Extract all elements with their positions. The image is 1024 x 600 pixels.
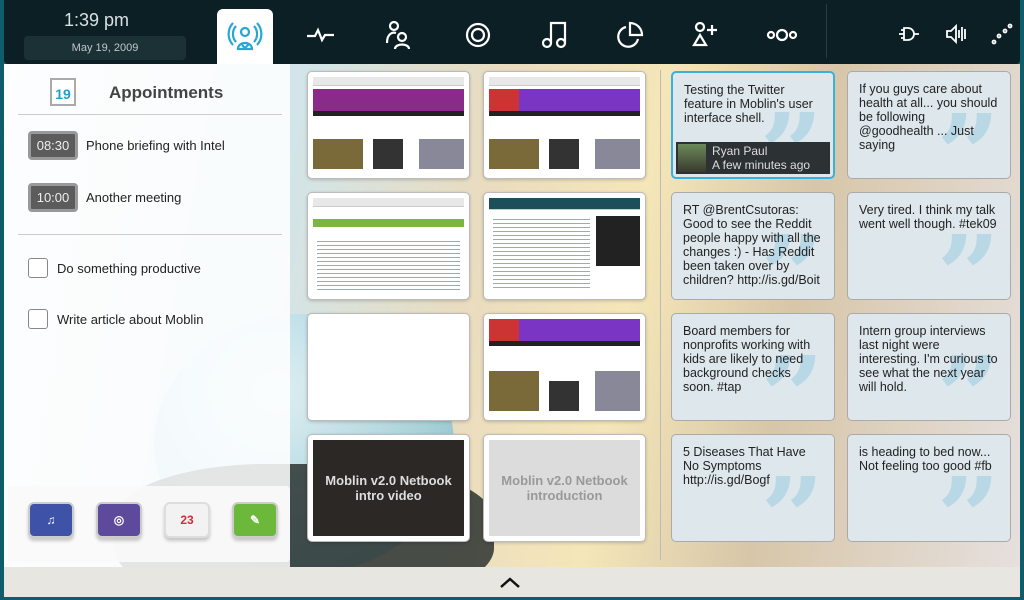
video-title: Moblin v2.0 Netbook introduction xyxy=(489,440,640,536)
task-checkbox[interactable] xyxy=(28,258,48,278)
volume-icon xyxy=(946,23,966,45)
divider xyxy=(18,114,282,115)
tweet-text: Intern group interviews last night were … xyxy=(859,324,998,394)
tweet-card[interactable]: ” Board members for nonprofits working wi… xyxy=(671,313,835,421)
column-divider xyxy=(660,70,661,560)
calendar-app-icon: 23 xyxy=(180,513,194,527)
event-time: 10:00 xyxy=(28,183,78,212)
task-label: Do something productive xyxy=(57,260,201,276)
avatar xyxy=(678,144,706,172)
calendar-app-button[interactable]: 23 xyxy=(164,502,210,538)
add-user-icon xyxy=(692,21,717,47)
tweet-card[interactable]: ” Very tired. I think my talk went well t… xyxy=(847,192,1011,300)
divider xyxy=(18,234,282,235)
network-icon xyxy=(991,23,1013,45)
music-app-icon: ♫ xyxy=(46,513,56,527)
bottom-bar xyxy=(4,567,1020,597)
web-thumbnail[interactable] xyxy=(307,71,470,179)
web-thumbnail[interactable] xyxy=(483,71,646,179)
tab-pasteboard[interactable] xyxy=(602,10,658,60)
tab-status[interactable] xyxy=(293,10,349,60)
tweet-text: If you guys care about health at all... … xyxy=(859,82,998,152)
photos-app-icon: ◎ xyxy=(113,513,125,527)
web-thumbnail-blank[interactable] xyxy=(307,313,470,421)
tab-people[interactable] xyxy=(370,10,426,60)
tweet-card[interactable]: ” RT @BrentCsutoras: Good to see the Redd… xyxy=(671,192,835,300)
calendar-icon: 19 xyxy=(50,78,76,106)
favorite-apps: ♫ ◎ 23 ✎ xyxy=(8,486,290,562)
tweet-card[interactable]: ” If you guys care about health at all...… xyxy=(847,71,1011,179)
tweet-text: Very tired. I think my talk went well th… xyxy=(859,203,997,231)
tab-internet[interactable] xyxy=(450,10,506,60)
task-checkbox[interactable] xyxy=(28,309,48,329)
event-item[interactable]: 10:00 Another meeting xyxy=(28,183,181,212)
clock-time: 1:39 pm xyxy=(64,10,130,30)
event-time: 08:30 xyxy=(28,131,78,160)
tweet-card[interactable]: ” is heading to bed now... Not feeling to… xyxy=(847,434,1011,542)
video-thumbnail[interactable]: Moblin v2.0 Netbook introduction xyxy=(483,434,646,542)
tweet-text: 5 Diseases That Have No Symptoms http://… xyxy=(683,445,806,487)
tab-zones[interactable] xyxy=(754,10,810,60)
tab-applications[interactable] xyxy=(678,10,734,60)
tasks-app-button[interactable]: ✎ xyxy=(232,502,278,538)
toolbar: 1:39 pm May 19, 2009 xyxy=(4,0,1020,64)
volume-button[interactable] xyxy=(944,22,968,46)
web-thumbnail[interactable] xyxy=(307,192,470,300)
tab-media[interactable] xyxy=(526,10,582,60)
power-button[interactable] xyxy=(897,22,921,46)
internet-icon xyxy=(465,22,491,48)
video-thumbnail[interactable]: Moblin v2.0 Netbook intro video xyxy=(307,434,470,542)
tweet-text: RT @BrentCsutoras: Good to see the Reddi… xyxy=(683,203,821,287)
event-item[interactable]: 08:30 Phone briefing with Intel xyxy=(28,131,225,160)
photos-app-button[interactable]: ◎ xyxy=(96,502,142,538)
event-label: Another meeting xyxy=(86,190,182,205)
web-thumbnail[interactable] xyxy=(483,192,646,300)
myzone-icon xyxy=(227,21,263,50)
tweet-card[interactable]: ” 5 Diseases That Have No Symptoms http:/… xyxy=(671,434,835,542)
tweet-text: Board members for nonprofits working wit… xyxy=(683,324,811,394)
myzone-panel: 19 Appointments 08:30 Phone briefing with… xyxy=(4,64,1020,597)
appointments-pane: 19 Appointments 08:30 Phone briefing with… xyxy=(4,64,290,567)
event-label: Phone briefing with Intel xyxy=(86,138,225,153)
appointments-title: Appointments xyxy=(109,83,224,102)
tweet-card[interactable]: ” Intern group interviews last night were… xyxy=(847,313,1011,421)
zones-icon xyxy=(766,28,798,42)
tasks-app-icon: ✎ xyxy=(249,513,261,527)
tweet-text: is heading to bed now... Not feeling too… xyxy=(859,445,992,473)
network-button[interactable] xyxy=(990,22,1014,46)
clock-date: May 19, 2009 xyxy=(24,36,186,60)
chevron-up-icon[interactable] xyxy=(498,573,522,591)
tweet-time: A few minutes ago xyxy=(712,158,811,172)
video-title: Moblin v2.0 Netbook intro video xyxy=(313,440,464,536)
task-item[interactable]: Do something productive xyxy=(28,258,201,278)
pulse-icon xyxy=(307,27,334,43)
web-thumbnail[interactable] xyxy=(483,313,646,421)
music-icon xyxy=(541,21,567,49)
tweet-author-bar: Ryan Paul A few minutes ago xyxy=(676,142,830,174)
task-label: Write article about Moblin xyxy=(57,311,204,327)
tweet-card[interactable]: ” Testing the Twitter feature in Moblin's… xyxy=(671,71,835,179)
music-app-button[interactable]: ♫ xyxy=(28,502,74,538)
quote-icon: ” xyxy=(936,453,1000,542)
quote-icon: ” xyxy=(936,211,1000,300)
power-plug-icon xyxy=(899,27,919,41)
tab-myzone[interactable] xyxy=(217,9,273,64)
pie-icon xyxy=(617,21,644,48)
tweet-author: Ryan Paul xyxy=(712,144,768,158)
toolbar-divider xyxy=(826,4,827,58)
people-icon xyxy=(385,20,411,50)
tweet-text: Testing the Twitter feature in Moblin's … xyxy=(684,83,813,125)
task-item[interactable]: Write article about Moblin xyxy=(28,309,203,329)
